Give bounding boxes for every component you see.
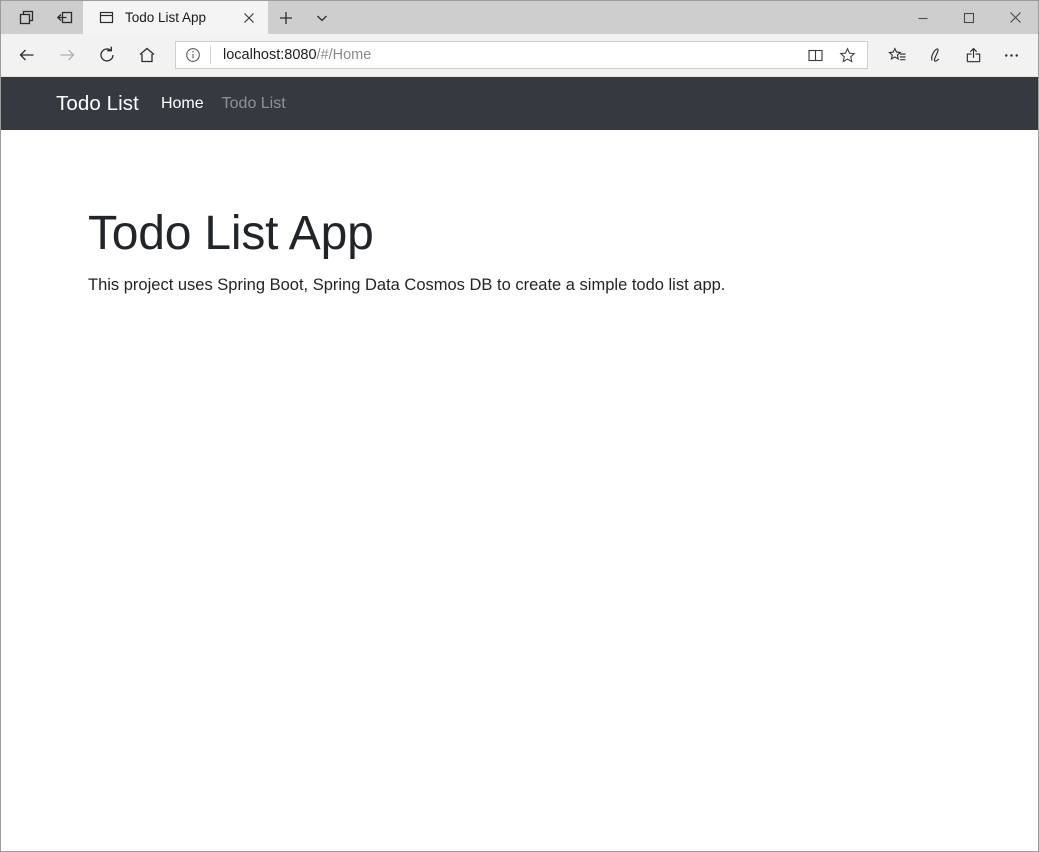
home-icon[interactable]: [127, 38, 167, 72]
back-icon[interactable]: [7, 38, 47, 72]
browser-tab[interactable]: Todo List App: [83, 1, 268, 34]
toolbar-right-actions: [878, 38, 1030, 72]
page-container: Todo List App This project uses Spring B…: [1, 130, 1038, 298]
page-icon: [97, 9, 115, 27]
url-text[interactable]: localhost:8080/#/Home: [211, 47, 799, 63]
set-tabs-aside-icon[interactable]: [7, 1, 45, 34]
minimize-button[interactable]: [900, 1, 946, 34]
address-bar[interactable]: localhost:8080/#/Home: [175, 41, 868, 69]
page-lead-text: This project uses Spring Boot, Spring Da…: [88, 273, 1023, 298]
forward-icon[interactable]: [47, 38, 87, 72]
window-controls: [900, 1, 1038, 34]
page-title: Todo List App: [88, 206, 1023, 261]
info-icon[interactable]: [176, 42, 210, 68]
refresh-icon[interactable]: [87, 38, 127, 72]
star-icon[interactable]: [831, 42, 863, 68]
nav-link-todo-list[interactable]: Todo List: [222, 95, 286, 113]
favorites-hub-icon[interactable]: [878, 38, 916, 72]
site-navbar: Todo List Home Todo List: [1, 77, 1038, 130]
titlebar-left-icons: [1, 1, 83, 34]
url-path: /#/Home: [317, 47, 372, 63]
chevron-down-icon[interactable]: [304, 1, 340, 34]
more-options-icon[interactable]: [992, 38, 1030, 72]
navbar-links: Home Todo List: [161, 95, 286, 113]
reading-view-icon[interactable]: [799, 42, 831, 68]
browser-toolbar: localhost:8080/#/Home: [1, 34, 1038, 77]
navbar-brand[interactable]: Todo List: [56, 92, 139, 116]
show-tab-previews-icon[interactable]: [45, 1, 83, 34]
share-icon[interactable]: [954, 38, 992, 72]
page-viewport: Todo List Home Todo List Todo List App T…: [1, 77, 1038, 851]
nav-link-home[interactable]: Home: [161, 95, 204, 113]
browser-titlebar: Todo List App: [1, 1, 1038, 34]
maximize-button[interactable]: [946, 1, 992, 34]
url-host: localhost:8080: [223, 47, 317, 63]
new-tab-icon[interactable]: [268, 1, 304, 34]
address-actions: [799, 42, 867, 68]
close-icon[interactable]: [236, 5, 262, 31]
close-button[interactable]: [992, 1, 1038, 34]
web-note-pen-icon[interactable]: [916, 38, 954, 72]
browser-window: Todo List App: [0, 0, 1039, 852]
tab-title: Todo List App: [125, 10, 236, 25]
